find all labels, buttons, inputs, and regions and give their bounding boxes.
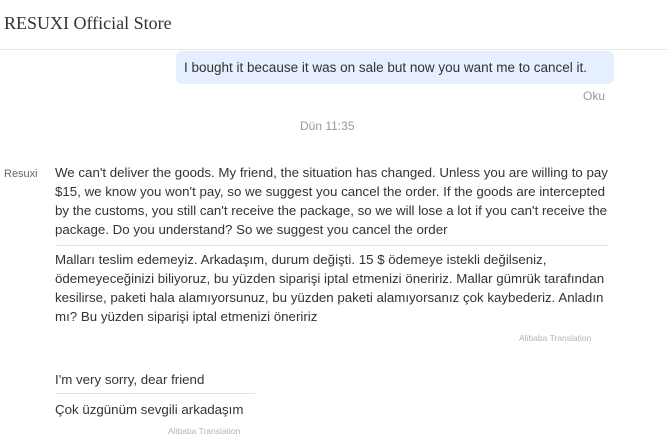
message-timestamp: Dün 11:35 [300,119,355,133]
incoming-message-translation: Çok üzgünüm sevgili arkadaşım [55,402,244,417]
incoming-message-translation: Malları teslim edemeyiz. Arkadaşım, duru… [55,252,605,324]
incoming-message-original: We can't deliver the goods. My friend, t… [55,165,608,237]
translation-divider [55,393,255,394]
translation-credit: Alibaba Translation [519,333,592,343]
store-title[interactable]: RESUXI Official Store [4,13,172,34]
read-status: Oku [583,89,606,103]
translation-divider [55,245,609,246]
chat-header: RESUXI Official Store [0,0,667,50]
sender-name: Resuxi [4,168,38,180]
outgoing-message-bubble: I bought it because it was on sale but n… [176,51,614,84]
incoming-message-original: I'm very sorry, dear friend [55,372,205,387]
translation-credit: Alibaba Translation [168,426,241,436]
